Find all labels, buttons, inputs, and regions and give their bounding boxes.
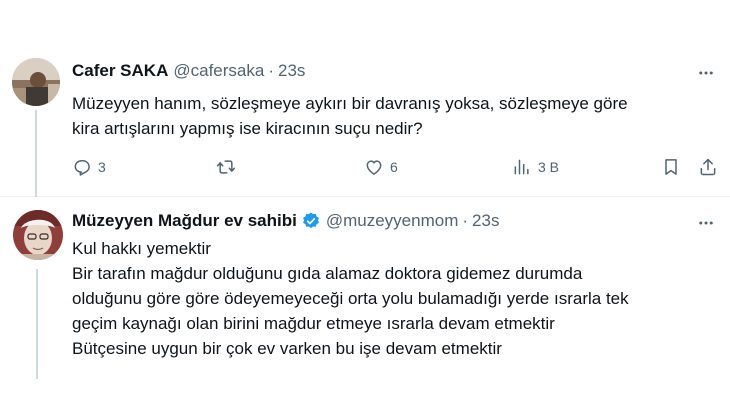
separator-dot: ·	[462, 211, 469, 230]
tweet-text-line: Bütçesine uygun bir çok ev varken bu işe…	[72, 339, 502, 358]
retweet-button[interactable]	[216, 155, 242, 179]
views-button[interactable]: 3 B	[512, 155, 559, 179]
more-icon[interactable]	[696, 63, 716, 83]
tweet-text-line: Kul hakkı yemektir	[72, 239, 211, 258]
tweet-text-line: Müzeyyen hanım, sözleşmeye aykırı bir da…	[72, 94, 628, 113]
tweet-cafer-saka[interactable]: Cafer SAKA @cafersaka · 23s Müzeyyen han…	[0, 0, 730, 197]
author-name[interactable]: Cafer SAKA	[72, 61, 168, 81]
like-icon	[366, 160, 382, 175]
reply-count: 3	[98, 159, 106, 175]
tweet-time[interactable]: 23s	[278, 61, 305, 81]
tweet-text-line: kira artışlarını yapmış ise kiracının su…	[72, 119, 423, 138]
like-button[interactable]: 6	[364, 155, 398, 179]
separator-dot: ·	[268, 61, 274, 80]
action-bar: 3 6 3 B	[72, 155, 720, 179]
retweet-icon	[216, 160, 236, 174]
share-icon	[700, 158, 716, 176]
tweet-time[interactable]: 23s	[472, 211, 499, 231]
views-icon	[514, 159, 529, 175]
tweet-text-line: Bir tarafın mağdur olduğunu gıda alamaz …	[72, 264, 583, 283]
author-handle[interactable]: @cafersaka	[173, 61, 264, 81]
author-name[interactable]: Müzeyyen Mağdur ev sahibi	[72, 211, 297, 231]
tweet-header: Müzeyyen Mağdur ev sahibi @muzeyyenmom ·…	[72, 211, 499, 231]
more-icon[interactable]	[696, 213, 716, 233]
views-count: 3 B	[538, 159, 560, 175]
author-handle[interactable]: @muzeyyenmom	[326, 211, 459, 231]
avatar-cafer-saka[interactable]	[12, 58, 60, 106]
avatar-muzeyyen[interactable]	[13, 210, 63, 260]
bookmark-icon	[665, 159, 677, 175]
thread-connector-line	[36, 269, 38, 379]
avatar-image	[13, 210, 63, 260]
share-button[interactable]	[698, 155, 718, 179]
verified-badge-icon	[301, 211, 321, 231]
like-count: 6	[390, 159, 398, 175]
bookmark-button[interactable]	[661, 155, 681, 179]
tweet-muzeyyen[interactable]: Müzeyyen Mağdur ev sahibi @muzeyyenmom ·…	[0, 197, 730, 420]
tweet-text-line: geçim kaynağı olan birini mağdur etmeye …	[72, 314, 555, 333]
reply-button[interactable]: 3	[72, 155, 106, 179]
thread-connector-line	[35, 110, 37, 197]
tweet-text: Müzeyyen hanım, sözleşmeye aykırı bir da…	[72, 91, 712, 141]
reply-icon	[74, 160, 90, 176]
tweet-text: Kul hakkı yemektir Bir tarafın mağdur ol…	[72, 236, 712, 361]
tweet-header: Cafer SAKA @cafersaka · 23s	[72, 61, 305, 81]
tweet-text-line: olduğunu göre göre ödeyemeyeceği orta yo…	[72, 289, 629, 308]
avatar-image	[12, 58, 60, 106]
